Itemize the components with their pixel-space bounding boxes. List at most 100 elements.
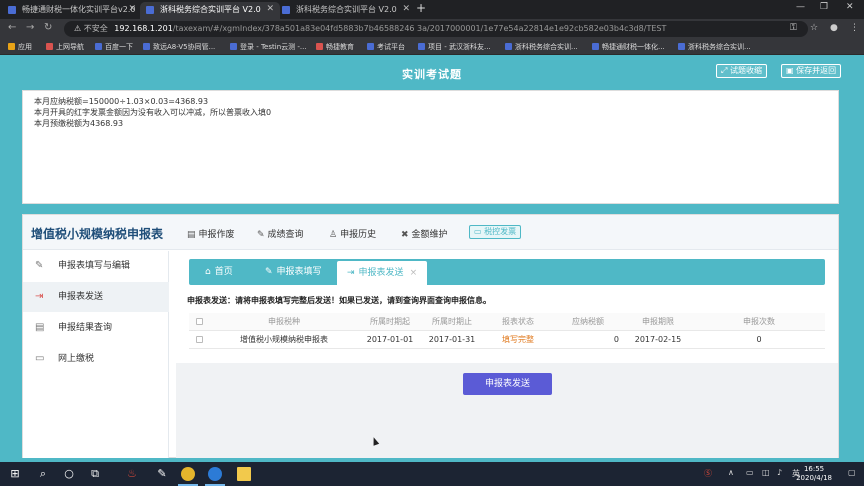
tab-home[interactable]: ⌂ 首页: [205, 259, 233, 285]
star-icon[interactable]: ☆: [810, 23, 818, 33]
tab-close-icon[interactable]: ×: [410, 268, 418, 278]
nav-label: 金额维护: [411, 230, 448, 240]
select-all-cell[interactable]: [189, 313, 209, 331]
cell-period-end: 2017-01-31: [421, 330, 483, 349]
nav-label: 申报历史: [340, 230, 377, 240]
bookmark-icon: [592, 43, 599, 50]
cell-declaration-count: 0: [693, 330, 825, 349]
file-explorer-icon[interactable]: [237, 467, 251, 481]
new-tab-icon[interactable]: +: [416, 1, 426, 15]
form-title: 增值税小规模纳税申报表: [31, 227, 164, 241]
bookmark-item[interactable]: 上网导航: [46, 41, 84, 53]
nav-void-declaration[interactable]: ▤ 申报作废: [187, 227, 235, 240]
bookmark-item[interactable]: 项目 - 武汉浙科友...: [418, 41, 491, 53]
browser-tab-2[interactable]: 浙科税务综合实训平台 V2.0 ✕: [140, 2, 280, 19]
nav-amount-maintenance[interactable]: ✖ 金额维护: [401, 227, 448, 240]
forward-icon[interactable]: →: [26, 22, 34, 33]
row-select-cell[interactable]: [189, 330, 209, 349]
tray-app-icon[interactable]: Ⓢ: [704, 468, 712, 479]
tray-chevron-icon[interactable]: ∧: [728, 468, 734, 477]
declaration-table: 申报税种 所属时期起 所属时期止 报表状态 应纳税额 申报期限 申报次数 增值税…: [189, 313, 825, 349]
bookmark-item[interactable]: 考试平台: [367, 41, 405, 53]
collapse-questions-button[interactable]: ⤢ 试题收缩: [716, 64, 767, 78]
column-header: 申报税种: [209, 313, 359, 331]
cell-deadline: 2017-02-15: [623, 330, 693, 349]
sidebar-item-fill-edit[interactable]: ✎ 申报表填写与编辑: [23, 251, 169, 281]
invoice-icon: ▭: [474, 227, 482, 236]
bookmark-item[interactable]: 畅捷教育: [316, 41, 354, 53]
bookmark-label: 畅捷通财税一体化...: [602, 43, 665, 51]
notification-icon[interactable]: ▢: [848, 468, 856, 477]
note-line: 本月预缴税额为4368.93: [34, 119, 124, 128]
cortana-icon[interactable]: ○: [62, 467, 76, 481]
browser-icon[interactable]: [208, 467, 222, 481]
bookmark-item[interactable]: 浙科税务综合实训...: [678, 41, 751, 53]
tab-send-form[interactable]: ⇥ 申报表发送 ×: [337, 261, 428, 285]
sidebar-item-online-payment[interactable]: ▭ 网上缴税: [23, 344, 169, 374]
url-path: /taxexam/#/xgmIndex/378a501a83e04fd5883b…: [172, 24, 667, 33]
tab-close-icon[interactable]: ✕: [128, 2, 136, 17]
account-icon[interactable]: ●: [830, 23, 838, 33]
tab-fill-form[interactable]: ✎ 申报表填写: [265, 259, 322, 285]
tools-icon: ✖: [401, 230, 409, 240]
send-icon: ⇥: [35, 291, 44, 302]
app-icon[interactable]: ♨: [125, 467, 139, 481]
sidebar-item-result-query[interactable]: ▤ 申报结果查询: [23, 313, 169, 343]
url-input[interactable]: ⚠ 不安全 192.168.1.201/taxexam/#/xgmIndex/3…: [64, 21, 808, 37]
network-icon[interactable]: ◫: [762, 468, 770, 477]
column-header: 申报期限: [623, 313, 693, 331]
bookmark-apps[interactable]: 应用: [8, 41, 32, 53]
bookmark-item[interactable]: 浙科税务综合实训...: [505, 41, 578, 53]
bookmark-item[interactable]: 百度一下: [95, 41, 133, 53]
maximize-icon[interactable]: ❐: [820, 2, 828, 12]
nav-label: 成绩查询: [267, 230, 304, 240]
battery-icon[interactable]: ▭: [746, 468, 754, 477]
clock-time: 16:55: [803, 465, 825, 473]
column-header: 申报次数: [693, 313, 825, 331]
nav-declaration-history[interactable]: ♙ 申报历史: [329, 227, 376, 240]
save-and-return-button[interactable]: ▣ 保存并返回: [781, 64, 842, 78]
key-icon[interactable]: ⚿: [790, 23, 797, 33]
tab-close-icon[interactable]: ✕: [402, 2, 410, 17]
window-close-icon[interactable]: ✕: [846, 2, 854, 12]
select-all-checkbox[interactable]: [195, 317, 203, 325]
bookmark-icon: [418, 43, 425, 50]
menu-icon[interactable]: ⋮: [850, 23, 859, 33]
sidebar-item-send[interactable]: ⇥ 申报表发送: [23, 282, 169, 312]
minimize-icon[interactable]: —: [796, 2, 805, 12]
cell-period-start: 2017-01-01: [359, 330, 421, 349]
sidebar-item-label: 网上缴税: [58, 354, 95, 364]
send-notice-text: 申报表发送：请将申报表填写完整后发送！如果已发送，请到查询界面查询申报信息。: [187, 296, 491, 305]
reload-icon[interactable]: ↻: [44, 22, 52, 33]
table-header-row: 申报税种 所属时期起 所属时期止 报表状态 应纳税额 申报期限 申报次数: [189, 313, 825, 331]
column-header: 所属时期起: [359, 313, 421, 331]
edit-icon: ✎: [35, 260, 44, 271]
back-icon[interactable]: ←: [8, 22, 16, 33]
tab-favicon-icon: [8, 6, 16, 14]
browser-tab-1[interactable]: 畅捷通财税一体化实训平台v2.0 ✕: [2, 2, 142, 19]
sidebar-item-label: 申报表发送: [58, 292, 104, 302]
bookmark-icon: [230, 43, 237, 50]
nav-score-query[interactable]: ✎ 成绩查询: [257, 227, 304, 240]
app-icon[interactable]: ✎: [155, 467, 169, 481]
bookmark-item[interactable]: 登录 - Testin云测 -...: [230, 41, 307, 53]
windows-start-icon[interactable]: ⊞: [8, 467, 22, 481]
table-row[interactable]: 增值税小规模纳税申报表 2017-01-01 2017-01-31 填写完整 0…: [189, 330, 825, 349]
send-declaration-button[interactable]: 申报表发送: [463, 373, 552, 395]
search-icon[interactable]: ⌕: [36, 467, 50, 481]
browser-tab-3[interactable]: 浙科税务综合实训平台 V2.0 ✕: [276, 2, 416, 19]
row-checkbox[interactable]: [195, 335, 203, 343]
windows-taskbar: ⊞ ⌕ ○ ⧉ ♨ ✎ Ⓢ ∧ ▭ ◫ ♪ 英 16:55 2020/4/18 …: [0, 462, 864, 486]
nav-label: 申报作废: [198, 230, 235, 240]
tab-close-icon[interactable]: ✕: [266, 2, 274, 17]
bookmark-item[interactable]: 致远A8-V5协同管...: [143, 41, 215, 53]
volume-icon[interactable]: ♪: [777, 468, 782, 477]
bookmark-item[interactable]: 畅捷通财税一体化...: [592, 41, 665, 53]
system-clock[interactable]: 16:55 2020/4/18: [796, 465, 832, 483]
chrome-icon[interactable]: [181, 467, 195, 481]
task-view-icon[interactable]: ⧉: [88, 467, 102, 481]
bookmark-label: 登录 - Testin云测 -...: [240, 43, 307, 51]
tax-control-invoice-button[interactable]: ▭ 税控发票: [469, 225, 522, 239]
app-header: 实训考试题 ⤢ 试题收缩 ▣ 保存并返回: [0, 56, 864, 88]
browser-tab-bar: 畅捷通财税一体化实训平台v2.0 ✕ 浙科税务综合实训平台 V2.0 ✕ 浙科税…: [0, 0, 864, 19]
